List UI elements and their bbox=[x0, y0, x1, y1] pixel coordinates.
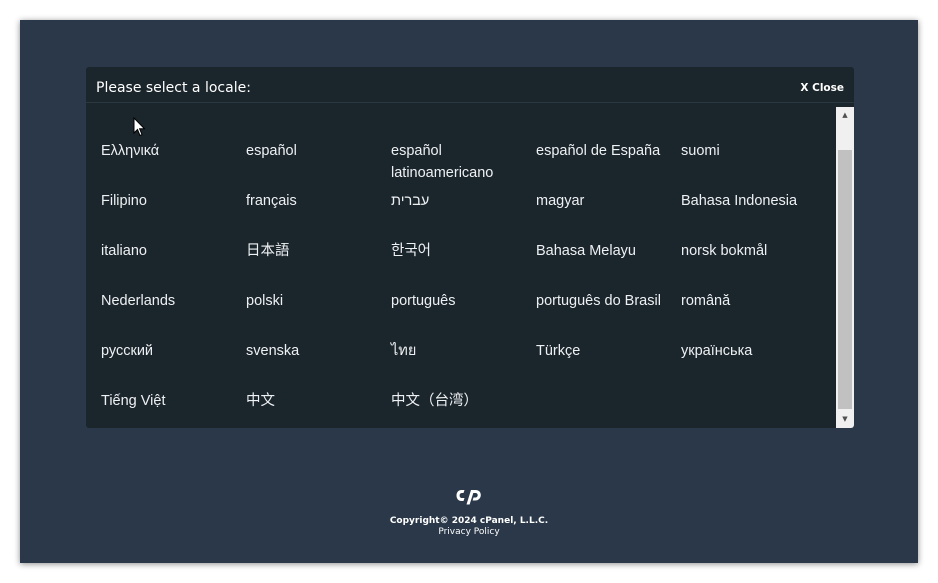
copyright-text: Copyright© 2024 cPanel, L.L.C. bbox=[389, 516, 549, 526]
locale-option[interactable]: español bbox=[246, 140, 391, 190]
footer: Copyright© 2024 cPanel, L.L.C. Privacy P… bbox=[20, 485, 918, 538]
locale-option[interactable]: 中文（台湾） bbox=[391, 390, 536, 428]
locale-option[interactable]: Ελληνικά bbox=[101, 140, 246, 190]
scroll-down-arrow-icon[interactable]: ▼ bbox=[836, 411, 854, 428]
locale-option[interactable]: română bbox=[681, 290, 826, 340]
locale-option[interactable]: português do Brasil bbox=[536, 290, 681, 340]
locale-option[interactable]: עברית bbox=[391, 190, 536, 240]
cpanel-logo-icon[interactable] bbox=[454, 485, 484, 507]
locale-option[interactable]: Bahasa Melayu bbox=[536, 240, 681, 290]
locale-option[interactable]: magyar bbox=[536, 190, 681, 240]
locale-option[interactable]: русский bbox=[101, 340, 246, 390]
modal-title: Please select a locale: bbox=[96, 80, 251, 96]
locale-option[interactable]: Tiếng Việt bbox=[101, 390, 246, 428]
locale-option[interactable]: Filipino bbox=[101, 190, 246, 240]
mouse-pointer-icon bbox=[133, 117, 146, 137]
scrollbar-thumb[interactable] bbox=[838, 150, 852, 409]
locale-grid: Ελληνικά español español latinoamericano es… bbox=[101, 140, 826, 428]
scrollbar[interactable]: ▲ ▼ bbox=[836, 107, 854, 428]
locale-option[interactable]: suomi bbox=[681, 140, 826, 190]
privacy-policy-link[interactable]: Privacy Policy bbox=[20, 527, 918, 538]
close-button[interactable]: X Close bbox=[800, 82, 844, 95]
locale-option[interactable]: Türkçe bbox=[536, 340, 681, 390]
locale-option[interactable]: українська bbox=[681, 340, 826, 390]
locale-option[interactable]: Bahasa Indonesia bbox=[681, 190, 826, 240]
locale-option[interactable]: Nederlands bbox=[101, 290, 246, 340]
locale-option[interactable]: português bbox=[391, 290, 536, 340]
locale-option[interactable]: 日本語 bbox=[246, 240, 391, 290]
locale-option[interactable]: polski bbox=[246, 290, 391, 340]
locale-option[interactable]: svenska bbox=[246, 340, 391, 390]
login-page: Please select a locale: X Close ‾ Ελληνι… bbox=[20, 20, 918, 563]
locale-option[interactable]: 中文 bbox=[246, 390, 391, 428]
locale-option[interactable]: français bbox=[246, 190, 391, 240]
scrolled-off-row: ‾ bbox=[101, 104, 108, 107]
locale-option[interactable]: italiano bbox=[101, 240, 246, 290]
modal-header: Please select a locale: X Close bbox=[86, 67, 854, 103]
locale-option[interactable]: 한국어 bbox=[391, 240, 536, 290]
locale-modal: Please select a locale: X Close ‾ Ελληνι… bbox=[86, 67, 854, 428]
locale-option[interactable]: español latinoamericano bbox=[391, 140, 536, 190]
locale-option[interactable]: ไทย bbox=[391, 340, 536, 390]
locale-option[interactable]: norsk bokmål bbox=[681, 240, 826, 290]
locale-list[interactable]: ‾ Ελληνικάespañolespañol latinoamericano… bbox=[86, 104, 836, 428]
locale-option[interactable]: español de España bbox=[536, 140, 681, 190]
scroll-up-arrow-icon[interactable]: ▲ bbox=[836, 107, 854, 124]
